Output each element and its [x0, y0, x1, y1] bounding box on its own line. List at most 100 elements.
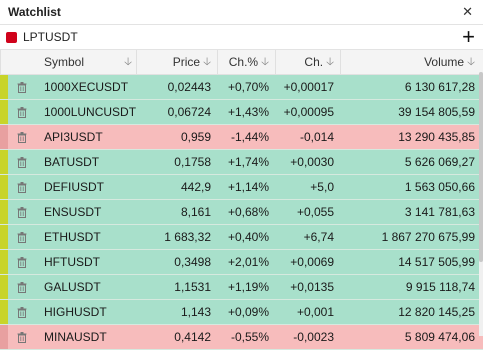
- vertical-scrollbar[interactable]: [479, 72, 483, 336]
- table-row[interactable]: HIGHUSDT 1,143 +0,09% +0,001 12 820 145,25: [0, 300, 483, 325]
- cell-volume: 12 820 145,25: [398, 305, 475, 319]
- header-delete-spacer: [8, 50, 36, 74]
- cell-volume: 3 141 781,63: [404, 205, 475, 219]
- trash-icon[interactable]: [8, 156, 36, 168]
- trash-icon[interactable]: [8, 106, 36, 118]
- cell-price: 0,959: [180, 130, 211, 144]
- cell-symbol: HFTUSDT: [44, 255, 100, 269]
- cell-change: -0,0023: [293, 330, 334, 344]
- table-row[interactable]: DEFIUSDT 442,9 +1,14% +5,0 1 563 050,66: [0, 175, 483, 200]
- table-row[interactable]: ETHUSDT 1 683,32 +0,40% +6,74 1 867 270 675,…: [0, 225, 483, 250]
- column-header-change[interactable]: Ch. 🡣: [275, 50, 340, 74]
- cell-change-pct: +2,01%: [227, 255, 269, 269]
- sort-down-icon: 🡣: [326, 55, 334, 68]
- trash-icon[interactable]: [8, 181, 36, 193]
- cell-change-pct: +0,68%: [227, 205, 269, 219]
- list-selector-bar[interactable]: LPTUSDT +: [0, 25, 483, 50]
- cell-price: 0,06724: [167, 105, 211, 119]
- cell-volume: 5 809 474,06: [404, 330, 475, 344]
- row-marker: [0, 225, 8, 249]
- row-marker: [0, 125, 8, 149]
- cell-volume: 13 290 435,85: [398, 130, 475, 144]
- cell-change-pct: +1,43%: [227, 105, 269, 119]
- cell-symbol: ENSUSDT: [44, 205, 102, 219]
- cell-volume: 9 915 118,74: [405, 280, 475, 294]
- column-header-price-label: Price: [172, 55, 201, 69]
- table-row[interactable]: MINAUSDT 0,4142 -0,55% -0,0023 5 809 474,06: [0, 325, 483, 350]
- list-selector[interactable]: LPTUSDT: [6, 30, 78, 44]
- cell-change: +0,00017: [283, 80, 334, 94]
- cell-change-pct: +1,74%: [227, 155, 269, 169]
- trash-icon[interactable]: [8, 331, 36, 343]
- cell-change: +0,00095: [283, 105, 334, 119]
- row-marker: [0, 150, 8, 174]
- row-marker: [0, 100, 8, 124]
- trash-icon[interactable]: [8, 281, 36, 293]
- row-marker: [0, 325, 8, 349]
- cell-symbol: MINAUSDT: [44, 330, 107, 344]
- table-row[interactable]: ENSUSDT 8,161 +0,68% +0,055 3 141 781,63: [0, 200, 483, 225]
- cell-change: +0,055: [296, 205, 334, 219]
- cell-price: 0,02443: [167, 80, 211, 94]
- cell-change-pct: -1,44%: [230, 130, 269, 144]
- cell-change-pct: +1,14%: [227, 180, 269, 194]
- table-row[interactable]: 1000XECUSDT 0,02443 +0,70% +0,00017 6 130 61…: [0, 75, 483, 100]
- trash-icon[interactable]: [8, 81, 36, 93]
- cell-price: 442,9: [180, 180, 211, 194]
- cell-change-pct: -0,55%: [230, 330, 269, 344]
- sort-down-icon: 🡣: [261, 55, 269, 68]
- cell-symbol: HIGHUSDT: [44, 305, 107, 319]
- cell-change: +6,74: [303, 230, 334, 244]
- column-header-volume[interactable]: Volume 🡣: [340, 50, 479, 74]
- trash-icon[interactable]: [8, 231, 36, 243]
- watchlist-rows: 1000XECUSDT 0,02443 +0,70% +0,00017 6 130 61…: [0, 75, 483, 350]
- column-header-change-label: Ch.: [304, 55, 324, 69]
- row-marker: [0, 175, 8, 199]
- title-bar: Watchlist ✕: [0, 0, 483, 25]
- cell-change-pct: +0,09%: [227, 305, 269, 319]
- table-row[interactable]: BATUSDT 0,1758 +1,74% +0,0030 5 626 069,27: [0, 150, 483, 175]
- close-icon[interactable]: ✕: [460, 4, 475, 20]
- row-marker: [0, 75, 8, 99]
- cell-change-pct: +0,70%: [227, 80, 269, 94]
- cell-change-pct: +1,19%: [227, 280, 269, 294]
- trash-icon[interactable]: [8, 131, 36, 143]
- column-header-change-pct[interactable]: Ch.% 🡣: [217, 50, 275, 74]
- list-color-swatch: [6, 31, 17, 43]
- cell-price: 0,4142: [174, 330, 211, 344]
- cell-volume: 1 867 270 675,99: [381, 230, 475, 244]
- trash-icon[interactable]: [8, 306, 36, 318]
- row-marker: [0, 200, 8, 224]
- column-header-volume-label: Volume: [424, 55, 465, 69]
- row-marker: [0, 250, 8, 274]
- watchlist-panel: Watchlist ✕ LPTUSDT + Symbol 🡣 Price 🡣 C…: [0, 0, 483, 350]
- cell-volume: 6 130 617,28: [404, 80, 475, 94]
- cell-volume: 39 154 805,59: [398, 105, 475, 119]
- cell-symbol: GALUSDT: [44, 280, 101, 294]
- cell-price: 1,1531: [174, 280, 211, 294]
- row-marker: [0, 275, 8, 299]
- table-row[interactable]: GALUSDT 1,1531 +1,19% +0,0135 9 915 118,74: [0, 275, 483, 300]
- plus-icon[interactable]: +: [462, 26, 475, 48]
- sort-down-icon: 🡣: [467, 55, 475, 68]
- table-row[interactable]: API3USDT 0,959 -1,44% -0,014 13 290 435,85: [0, 125, 483, 150]
- sort-down-icon: 🡣: [203, 55, 211, 68]
- panel-title: Watchlist: [8, 5, 61, 19]
- cell-price: 0,3498: [174, 255, 211, 269]
- list-name: LPTUSDT: [23, 30, 78, 44]
- sort-down-icon: 🡣: [124, 55, 132, 68]
- cell-change-pct: +0,40%: [227, 230, 269, 244]
- cell-price: 1,143: [180, 305, 211, 319]
- table-row[interactable]: HFTUSDT 0,3498 +2,01% +0,0069 14 517 505,99: [0, 250, 483, 275]
- trash-icon[interactable]: [8, 206, 36, 218]
- cell-price: 1 683,32: [164, 230, 211, 244]
- trash-icon[interactable]: [8, 256, 36, 268]
- cell-symbol: API3USDT: [44, 130, 103, 144]
- column-header-symbol[interactable]: Symbol 🡣: [36, 50, 136, 74]
- cell-change: +0,0135: [290, 280, 334, 294]
- cell-change: +5,0: [310, 180, 334, 194]
- table-row[interactable]: 1000LUNCUSDT 0,06724 +1,43% +0,00095 39 154 …: [0, 100, 483, 125]
- column-header-price[interactable]: Price 🡣: [136, 50, 217, 74]
- scrollbar-thumb[interactable]: [479, 72, 483, 262]
- table-header: Symbol 🡣 Price 🡣 Ch.% 🡣 Ch. 🡣 Volume 🡣: [0, 50, 483, 75]
